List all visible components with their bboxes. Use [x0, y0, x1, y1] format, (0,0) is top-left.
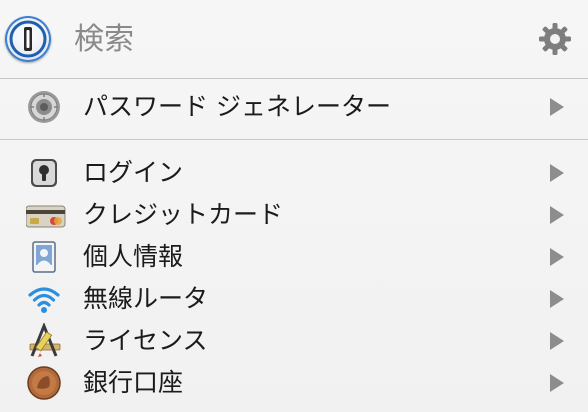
credit-card-icon [25, 197, 66, 233]
chevron-right-icon [550, 164, 564, 182]
chevron-right-icon [550, 206, 564, 224]
identity-icon [26, 239, 62, 275]
category-label: 個人情報 [83, 242, 184, 271]
password-generator-row[interactable]: パスワード ジェネレーター [0, 86, 588, 128]
chevron-right-icon [550, 290, 564, 308]
category-label: クレジットカード [83, 200, 284, 229]
category-label: ライセンス [83, 326, 208, 355]
chevron-right-icon [550, 98, 564, 116]
gear-icon[interactable] [536, 20, 574, 58]
section-divider [0, 139, 588, 140]
chevron-right-icon [550, 248, 564, 266]
vault-dial-icon [26, 89, 62, 125]
category-label: ログイン [83, 158, 184, 187]
chevron-right-icon [550, 374, 564, 392]
header-divider [0, 78, 588, 79]
category-item-identity[interactable]: 個人情報 [0, 236, 588, 278]
bank-account-coin-icon [26, 365, 62, 401]
search-input[interactable] [74, 19, 494, 59]
category-item-wireless-router[interactable]: 無線ルータ [0, 278, 588, 320]
1password-logo-icon [5, 16, 51, 62]
category-item-credit-card[interactable]: クレジットカード [0, 194, 588, 236]
login-keyhole-icon [26, 155, 62, 191]
wifi-icon [26, 281, 62, 317]
chevron-right-icon [550, 332, 564, 350]
password-generator-label: パスワード ジェネレーター [83, 92, 391, 121]
category-item-license[interactable]: ライセンス [0, 320, 588, 362]
search-header [0, 0, 588, 78]
license-icon [26, 321, 62, 359]
category-label: 無線ルータ [83, 284, 209, 313]
category-item-bank-account[interactable]: 銀行口座 [0, 362, 588, 404]
category-item-login[interactable]: ログイン [0, 152, 588, 194]
quick-access-panel: パスワード ジェネレーター ログイン クレジットカード [0, 0, 588, 412]
category-label: 銀行口座 [83, 368, 184, 397]
